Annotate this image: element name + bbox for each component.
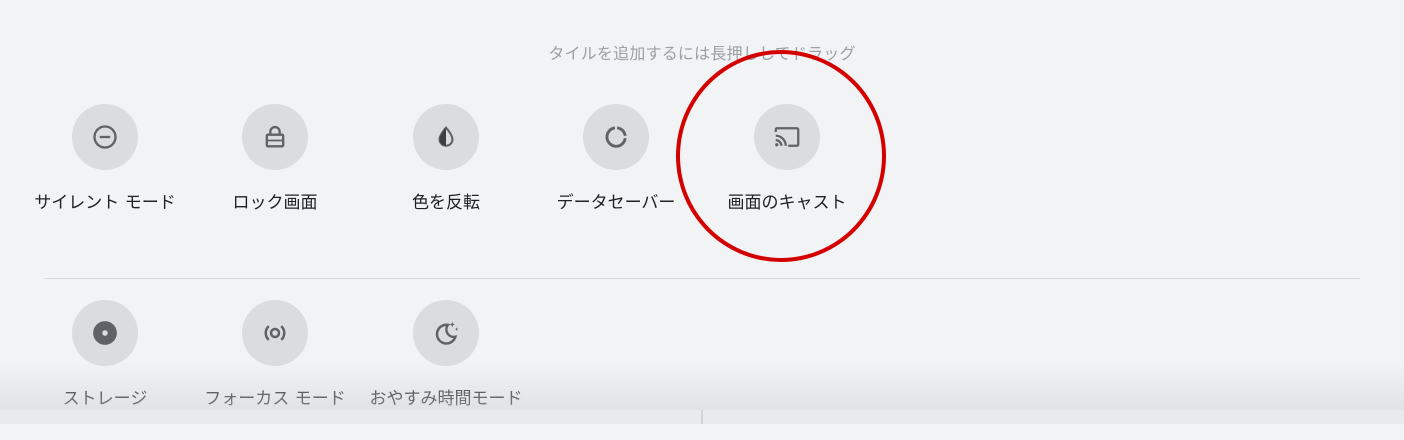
tile-lock-screen[interactable]: ロック画面 [190,104,360,244]
storage-icon [93,321,117,345]
tile-circle[interactable] [72,104,138,170]
tile-screen-cast[interactable]: 画面のキャスト [702,104,872,244]
tile-label: 色を反転 [412,193,480,213]
do-not-disturb-icon [93,125,117,149]
tile-data-saver[interactable]: データセーバー [531,104,701,244]
tile-silent-mode[interactable]: サイレント モード [20,104,190,244]
cast-icon [774,127,800,147]
focus-mode-icon [264,325,286,341]
tile-circle[interactable] [583,104,649,170]
tile-circle[interactable] [242,104,308,170]
tile-label: データセーバー [556,193,676,213]
tile-circle[interactable] [72,300,138,366]
tile-label: フォーカス モード [204,389,346,409]
tile-label: ロック画面 [232,193,318,213]
lock-icon [265,125,285,148]
tile-invert-colors[interactable]: 色を反転 [361,104,531,244]
tile-circle[interactable] [242,300,308,366]
tile-label: 画面のキャスト [727,193,847,213]
data-saver-icon [605,126,627,148]
tile-label: ストレージ [62,389,148,409]
tile-circle[interactable] [413,300,479,366]
tile-circle[interactable] [754,104,820,170]
bedtime-moon-icon [435,321,459,345]
tile-label: おやすみ時間モード [369,389,523,409]
hint-text: タイルを追加するには長押ししてドラッグ [548,44,856,63]
invert-colors-icon [438,126,454,147]
tile-label: サイレント モード [34,193,176,213]
bottom-bar [0,410,1404,424]
bottom-bar-divider [701,410,703,424]
divider [44,278,1360,279]
tile-circle[interactable] [413,104,479,170]
